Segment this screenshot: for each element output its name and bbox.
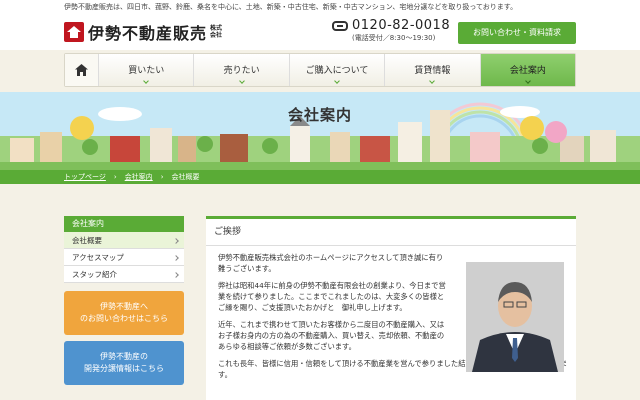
- nav-item-label: ご購入について: [305, 66, 369, 76]
- phone-number[interactable]: 0120-82-0018: [352, 18, 450, 33]
- sidebar-item-access[interactable]: アクセスマップ: [64, 249, 184, 266]
- top-info-strip: 伊勢不動産販売は、四日市、菰野、鈴鹿、桑名を中心に、土地、新築・中古住宅、新築・…: [0, 0, 640, 14]
- breadcrumb-current: 会社概要: [171, 173, 200, 181]
- chevron-down-icon: [143, 78, 150, 84]
- contact-banner[interactable]: 伊勢不動産へ のお問い合わせはこちら: [64, 291, 184, 335]
- breadcrumb: トップページ › 会社案内 › 会社概要: [0, 170, 640, 184]
- logo-suffix-line1: 株式: [210, 25, 223, 32]
- president-photo: [466, 262, 564, 372]
- breadcrumb-separator: ›: [113, 173, 117, 181]
- nav-item-rental[interactable]: 賃貸情報: [385, 54, 481, 86]
- nav-item-label: 会社案内: [509, 66, 546, 76]
- nav-item-sell[interactable]: 売りたい: [194, 54, 290, 86]
- home-icon: [75, 64, 88, 76]
- greeting-paragraph: 近年、これまで携わせて頂いたお客様から二度目の不動産購入、又はお子様お身内の方の…: [218, 320, 445, 351]
- banner-line: のお問い合わせはこちら: [80, 314, 168, 323]
- breadcrumb-home[interactable]: トップページ: [64, 170, 106, 184]
- chevron-down-icon: [524, 78, 531, 84]
- main-content: ご挨拶 伊勢不動産販売株式会社のホームページにアクセスして頂き誠に有り難うござい…: [206, 216, 576, 400]
- site-logo[interactable]: 伊勢不動産販売 株式 会社: [64, 20, 222, 44]
- logo-suffix-line2: 会社: [210, 32, 223, 39]
- nav-item-company[interactable]: 会社案内: [480, 54, 576, 86]
- logo-suffix: 株式 会社: [210, 25, 222, 39]
- chevron-down-icon: [238, 78, 245, 84]
- contact-request-button[interactable]: お問い合わせ・資料請求: [458, 22, 576, 44]
- nav-item-buy[interactable]: 買いたい: [99, 54, 195, 86]
- phone-block: 0120-82-0018 (電話受付／8:30〜19:30): [332, 18, 450, 43]
- logo-text: 伊勢不動産販売: [88, 24, 208, 43]
- development-banner[interactable]: 伊勢不動産の 開発分譲情報はこちら: [64, 341, 184, 385]
- global-nav: 買いたい 売りたい ご購入について 賃貸情報 会社案内: [64, 53, 576, 87]
- freedial-icon: [332, 20, 348, 31]
- sidebar-item-overview[interactable]: 会社概要: [64, 232, 184, 249]
- greeting-paragraph: 伊勢不動産販売株式会社のホームページにアクセスして頂き誠に有り難うございます。: [218, 253, 444, 273]
- nav-item-label: 賃貸情報: [414, 66, 451, 76]
- chevron-down-icon: [334, 78, 340, 84]
- section-heading: ご挨拶: [206, 216, 576, 246]
- site-header: 伊勢不動産販売 株式 会社 0120-82-0018 (電話受付／8:30〜19…: [0, 14, 640, 50]
- banner-line: 開発分譲情報はこちら: [84, 364, 164, 373]
- sidebar-item-staff[interactable]: スタッフ紹介: [64, 266, 184, 283]
- sidebar: 会社案内 会社概要 アクセスマップ スタッフ紹介 伊勢不動産へ のお問い合わせは…: [64, 216, 184, 385]
- nav-home[interactable]: [65, 54, 99, 86]
- banner-line: 伊勢不動産の: [100, 352, 148, 361]
- chevron-down-icon: [429, 78, 436, 84]
- hero-banner: 会社案内: [0, 92, 640, 170]
- nav-item-purchase[interactable]: ご購入について: [289, 54, 386, 86]
- person-photo-image: [466, 262, 564, 372]
- breadcrumb-company[interactable]: 会社案内: [125, 170, 153, 184]
- house-logo-icon: [64, 22, 84, 42]
- nav-item-label: 売りたい: [223, 66, 260, 76]
- sidebar-heading: 会社案内: [64, 216, 184, 232]
- page-title: 会社案内: [287, 106, 352, 124]
- nav-item-label: 買いたい: [128, 66, 165, 76]
- greeting-paragraph: 弊社は昭和44年に前身の伊勢不動産有限会社の創業より、今日まで営業を続けて参りま…: [218, 281, 446, 312]
- banner-line: 伊勢不動産へ: [100, 302, 148, 311]
- phone-hours: (電話受付／8:30〜19:30): [352, 34, 436, 42]
- breadcrumb-separator: ›: [160, 173, 164, 181]
